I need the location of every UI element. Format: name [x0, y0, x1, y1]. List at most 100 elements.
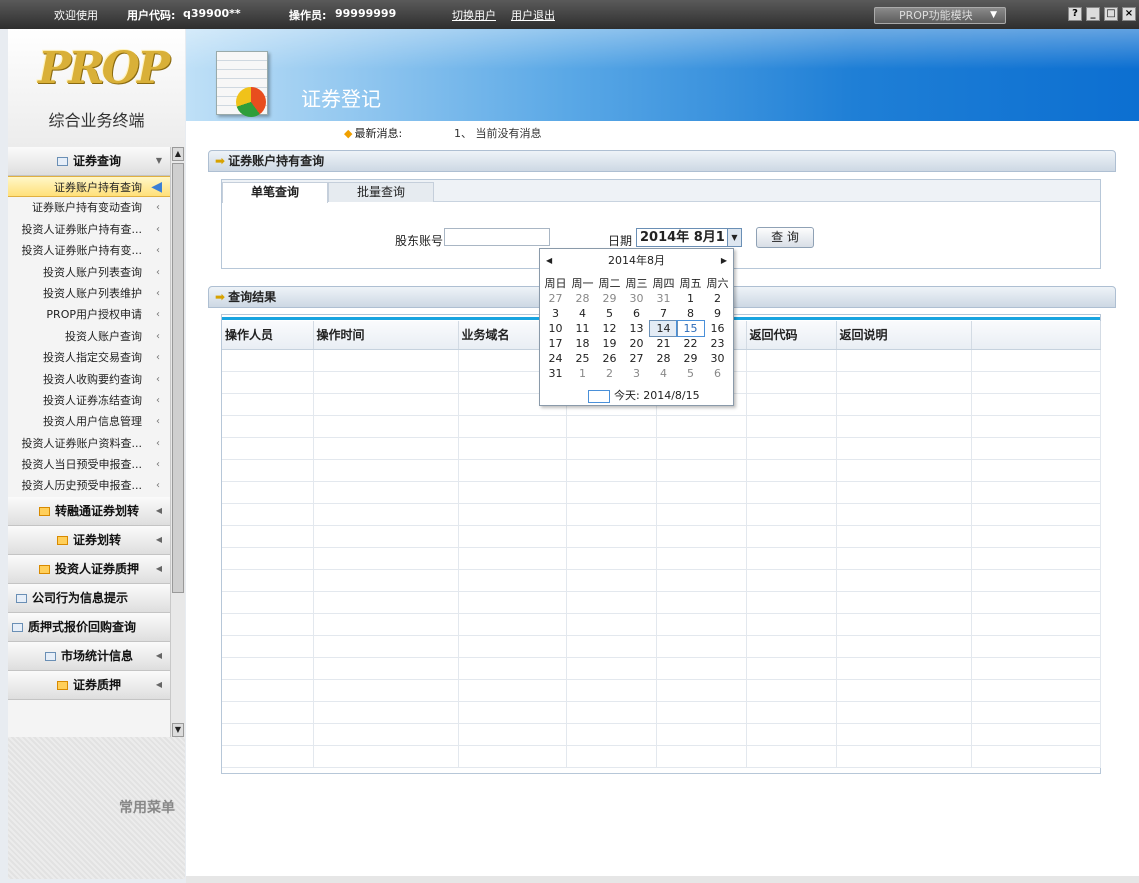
table-row[interactable]: [222, 613, 1101, 636]
calendar-day[interactable]: 25: [569, 351, 596, 366]
scrollbar-thumb[interactable]: [172, 163, 184, 593]
calendar-day[interactable]: 11: [569, 321, 596, 336]
calendar-day[interactable]: 18: [569, 336, 596, 351]
table-row[interactable]: [222, 547, 1101, 570]
calendar-day[interactable]: 14: [649, 320, 678, 337]
query-button[interactable]: 查 询: [756, 227, 814, 248]
table-row[interactable]: [222, 569, 1101, 592]
account-input[interactable]: [444, 228, 550, 246]
calendar-day[interactable]: 21: [650, 336, 677, 351]
calendar-day[interactable]: 13: [623, 321, 650, 336]
date-picker[interactable]: 2014年 8月1 ▼: [636, 228, 742, 247]
sidebar-item[interactable]: 投资人证券冻结查询 ‹: [8, 390, 170, 411]
calendar-day[interactable]: 1: [569, 366, 596, 381]
calendar-day[interactable]: 19: [596, 336, 623, 351]
prev-month-icon[interactable]: ◀: [546, 253, 552, 269]
calendar-day[interactable]: 27: [623, 351, 650, 366]
calendar-day[interactable]: 30: [623, 291, 650, 306]
calendar-day[interactable]: 24: [542, 351, 569, 366]
calendar-day[interactable]: 23: [704, 336, 731, 351]
calendar-day[interactable]: 28: [650, 351, 677, 366]
calendar-day[interactable]: 29: [677, 351, 704, 366]
calendar-day[interactable]: 9: [704, 306, 731, 321]
calendar-day[interactable]: 6: [623, 306, 650, 321]
calendar-day[interactable]: 27: [542, 291, 569, 306]
column-header[interactable]: 操作人员: [222, 321, 314, 350]
sidebar-item[interactable]: 证券账户持有查询 ◀: [8, 176, 170, 198]
table-row[interactable]: [222, 415, 1101, 438]
calendar-day[interactable]: 2: [596, 366, 623, 381]
table-row[interactable]: [222, 723, 1101, 746]
sidebar-item[interactable]: 投资人历史预受申报查... ‹: [8, 475, 170, 496]
table-row[interactable]: [222, 745, 1101, 768]
sidebar-scrollbar[interactable]: ▲ ▼: [170, 147, 185, 737]
sidebar-group-securities-pledge[interactable]: 证券质押 ◀: [8, 670, 170, 700]
sidebar-item[interactable]: 投资人账户列表维护 ‹: [8, 283, 170, 304]
module-select[interactable]: PROP功能模块 ▼: [874, 7, 1006, 24]
sidebar-group-market-stats[interactable]: 市场统计信息 ◀: [8, 641, 170, 671]
table-row[interactable]: [222, 503, 1101, 526]
table-row[interactable]: [222, 591, 1101, 614]
sidebar-item[interactable]: 证券账户持有变动查询 ‹: [8, 197, 170, 218]
calendar-day[interactable]: 4: [650, 366, 677, 381]
sidebar-item[interactable]: 投资人指定交易查询 ‹: [8, 347, 170, 368]
sidebar-item[interactable]: 投资人收购要约查询 ‹: [8, 369, 170, 390]
tab-batch-query[interactable]: 批量查询: [328, 182, 434, 202]
calendar-day[interactable]: 22: [677, 336, 704, 351]
logout-link[interactable]: 用户退出: [511, 7, 555, 23]
minimize-icon[interactable]: _: [1086, 7, 1100, 21]
calendar-day[interactable]: 20: [623, 336, 650, 351]
sidebar-item[interactable]: 投资人证券账户持有变... ‹: [8, 240, 170, 261]
table-row[interactable]: [222, 657, 1101, 680]
column-header[interactable]: 返回说明: [836, 321, 972, 350]
table-row[interactable]: [222, 525, 1101, 548]
sidebar-item[interactable]: 投资人当日预受申报查... ‹: [8, 454, 170, 475]
calendar-day[interactable]: 17: [542, 336, 569, 351]
scroll-down-icon[interactable]: ▼: [172, 723, 184, 737]
column-header[interactable]: [971, 321, 1101, 350]
calendar-day[interactable]: 1: [677, 291, 704, 306]
calendar-day[interactable]: 3: [542, 306, 569, 321]
sidebar-group-corporate-actions[interactable]: 公司行为信息提示: [8, 583, 170, 613]
calendar-day[interactable]: 10: [542, 321, 569, 336]
common-menu-panel[interactable]: 常用菜单: [8, 737, 185, 879]
table-row[interactable]: [222, 481, 1101, 504]
calendar-day[interactable]: 8: [677, 306, 704, 321]
calendar-today[interactable]: 今天: 2014/8/15: [588, 387, 700, 403]
calendar-day[interactable]: 16: [704, 321, 731, 336]
sidebar-item[interactable]: PROP用户授权申请 ‹: [8, 304, 170, 325]
calendar-day[interactable]: 15: [676, 320, 705, 337]
calendar-day[interactable]: 2: [704, 291, 731, 306]
scroll-up-icon[interactable]: ▲: [172, 147, 184, 161]
switch-user-link[interactable]: 切换用户: [452, 7, 496, 23]
calendar-day[interactable]: 6: [704, 366, 731, 381]
sidebar-item[interactable]: 投资人账户查询 ‹: [8, 326, 170, 347]
next-month-icon[interactable]: ▶: [721, 253, 727, 269]
table-row[interactable]: [222, 701, 1101, 724]
calendar-day[interactable]: 3: [623, 366, 650, 381]
table-row[interactable]: [222, 679, 1101, 702]
column-header[interactable]: 操作时间: [313, 321, 459, 350]
calendar-day[interactable]: 29: [596, 291, 623, 306]
calendar-day[interactable]: 31: [542, 366, 569, 381]
sidebar-group-investor-pledge[interactable]: 投资人证券质押 ◀: [8, 554, 170, 584]
sidebar-item[interactable]: 投资人用户信息管理 ‹: [8, 411, 170, 432]
tab-single-query[interactable]: 单笔查询: [222, 182, 328, 203]
sidebar-group-securities-query[interactable]: 证券查询 ▼: [8, 147, 170, 176]
chevron-down-icon[interactable]: ▼: [727, 229, 741, 246]
calendar-day[interactable]: 5: [677, 366, 704, 381]
column-header[interactable]: 返回代码: [746, 321, 837, 350]
calendar-day[interactable]: 28: [569, 291, 596, 306]
sidebar-item[interactable]: 投资人证券账户资料查... ‹: [8, 433, 170, 454]
calendar-day[interactable]: 12: [596, 321, 623, 336]
calendar-day[interactable]: 4: [569, 306, 596, 321]
calendar-day[interactable]: 5: [596, 306, 623, 321]
calendar-day[interactable]: 30: [704, 351, 731, 366]
calendar-day[interactable]: 7: [650, 306, 677, 321]
calendar-day[interactable]: 26: [596, 351, 623, 366]
table-row[interactable]: [222, 459, 1101, 482]
table-row[interactable]: [222, 635, 1101, 658]
sidebar-group-refinancing-transfer[interactable]: 转融通证券划转 ◀: [8, 496, 170, 526]
table-row[interactable]: [222, 437, 1101, 460]
sidebar-group-securities-transfer[interactable]: 证券划转 ◀: [8, 525, 170, 555]
